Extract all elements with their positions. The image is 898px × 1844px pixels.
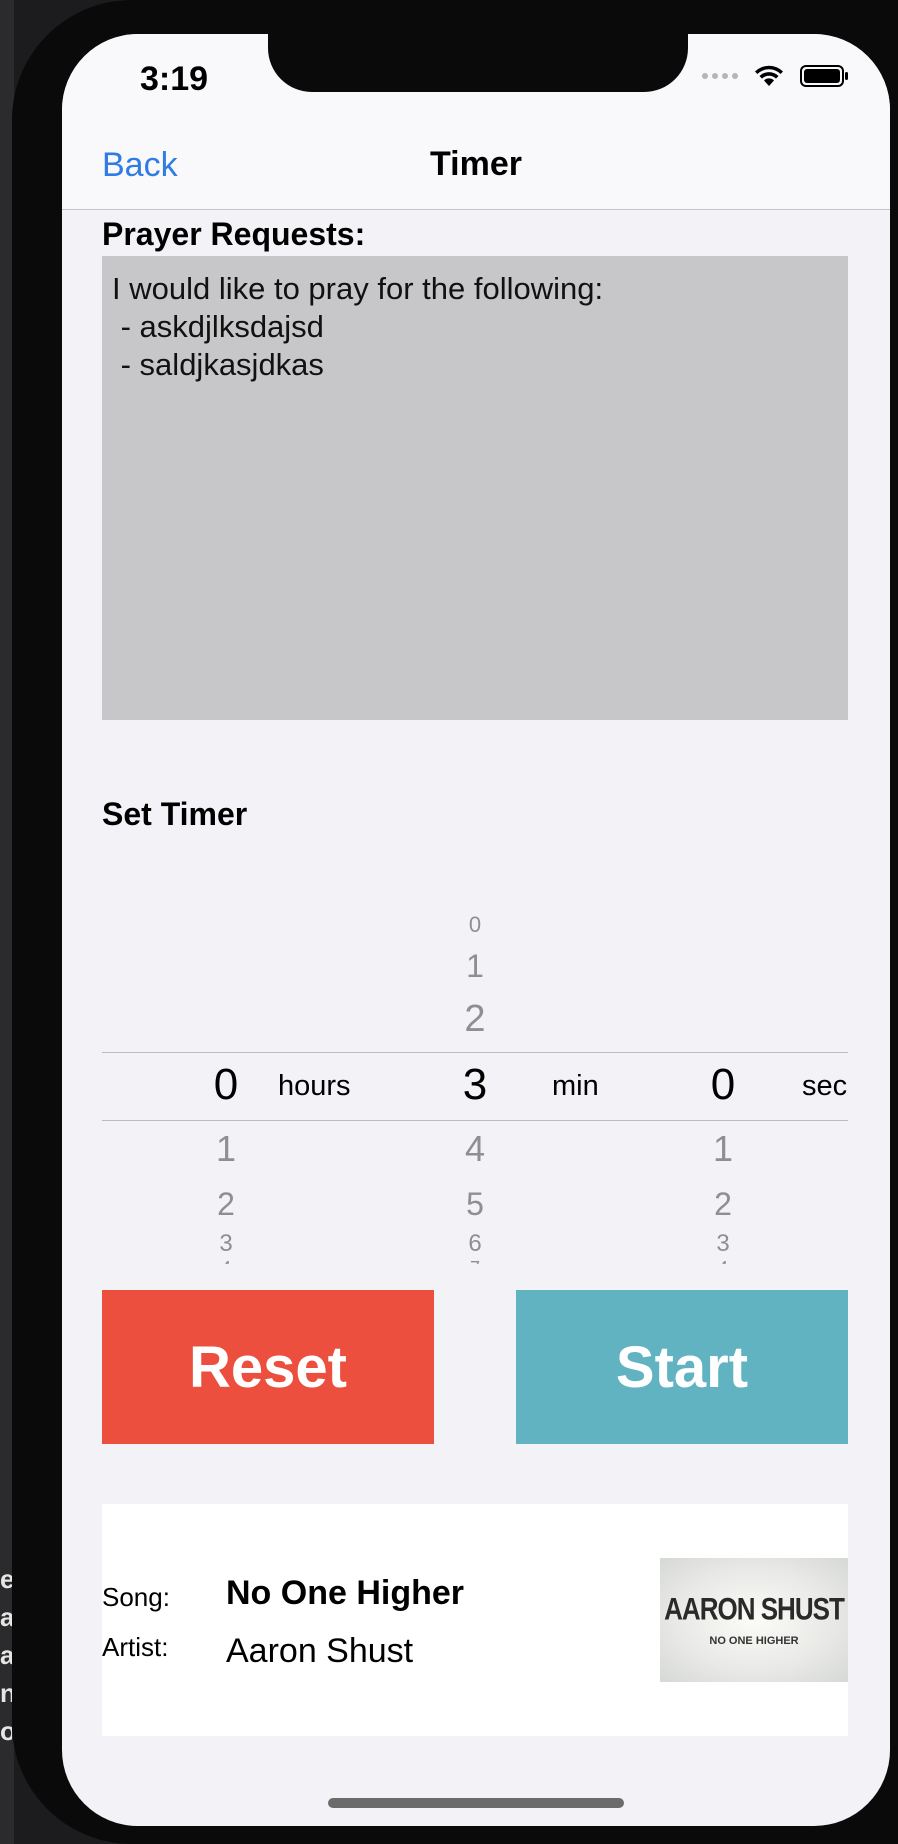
set-timer-label: Set Timer <box>102 796 248 832</box>
minutes-wheel[interactable]: 0 1 2 3 4 5 6 7 <box>445 874 505 1264</box>
minutes-option: 0 <box>468 912 482 937</box>
minutes-option: 5 <box>466 1186 484 1222</box>
seconds-option: 3 <box>716 1230 730 1252</box>
seconds-option: 1 <box>712 1128 734 1169</box>
hours-option: 1 <box>215 1128 237 1169</box>
seconds-option: 2 <box>714 1186 732 1222</box>
prayer-requests-textarea[interactable]: I would like to pray for the following: … <box>102 256 848 720</box>
hours-option: 4 <box>196 1258 256 1264</box>
now-playing-card[interactable]: Song: No One Higher Artist: Aaron Shust … <box>102 1504 848 1736</box>
song-title: No One Higher <box>226 1574 465 1612</box>
prayer-requests-label: Prayer Requests: <box>102 216 366 252</box>
hours-wheel[interactable]: 0 1 2 3 4 <box>196 874 256 1264</box>
hours-option: 2 <box>217 1186 235 1222</box>
signal-icon <box>702 73 738 79</box>
wifi-icon <box>755 65 783 86</box>
album-art-title: AARON SHUST <box>664 1590 845 1627</box>
album-art: AARON SHUST NO ONE HIGHER <box>660 1558 848 1682</box>
album-art-subtitle: NO ONE HIGHER <box>709 1634 799 1647</box>
page-title: Timer <box>430 145 522 183</box>
navigation-bar: 3:19 Back Timer <box>62 34 890 210</box>
song-label: Song: <box>102 1582 170 1612</box>
seconds-wheel[interactable]: 0 1 2 3 4 <box>693 874 753 1264</box>
seconds-option: 4 <box>693 1258 753 1264</box>
device-notch <box>268 34 688 92</box>
minutes-option: 2 <box>464 998 486 1040</box>
device-frame: 3:19 Back Timer Prayer Requests: I would… <box>12 0 898 1844</box>
status-icons <box>702 64 850 88</box>
seconds-unit-label: sec <box>802 1070 848 1102</box>
minutes-option: 4 <box>464 1128 486 1169</box>
hours-selected: 0 <box>213 1060 239 1109</box>
minutes-selected: 3 <box>462 1060 488 1109</box>
artist-label: Artist: <box>102 1632 169 1662</box>
hours-option: 3 <box>219 1230 233 1252</box>
seconds-selected: 0 <box>710 1060 736 1109</box>
battery-icon <box>800 65 848 87</box>
minutes-option: 7 <box>445 1258 505 1264</box>
hours-unit-label: hours <box>278 1070 351 1102</box>
minutes-option: 1 <box>466 948 484 984</box>
start-button[interactable]: Start <box>516 1290 848 1444</box>
home-indicator[interactable] <box>328 1798 624 1808</box>
background-text: eaano <box>0 1564 12 1746</box>
reset-button[interactable]: Reset <box>102 1290 434 1444</box>
app-screen: 3:19 Back Timer Prayer Requests: I would… <box>62 34 890 1826</box>
minutes-unit-label: min <box>552 1070 599 1102</box>
status-time: 3:19 <box>140 60 209 98</box>
minutes-option: 6 <box>468 1230 482 1252</box>
artist-name: Aaron Shust <box>226 1632 414 1670</box>
timer-picker[interactable]: 0 1 2 3 4 hours 0 1 2 3 4 5 6 7 min 0 <box>102 874 848 1264</box>
